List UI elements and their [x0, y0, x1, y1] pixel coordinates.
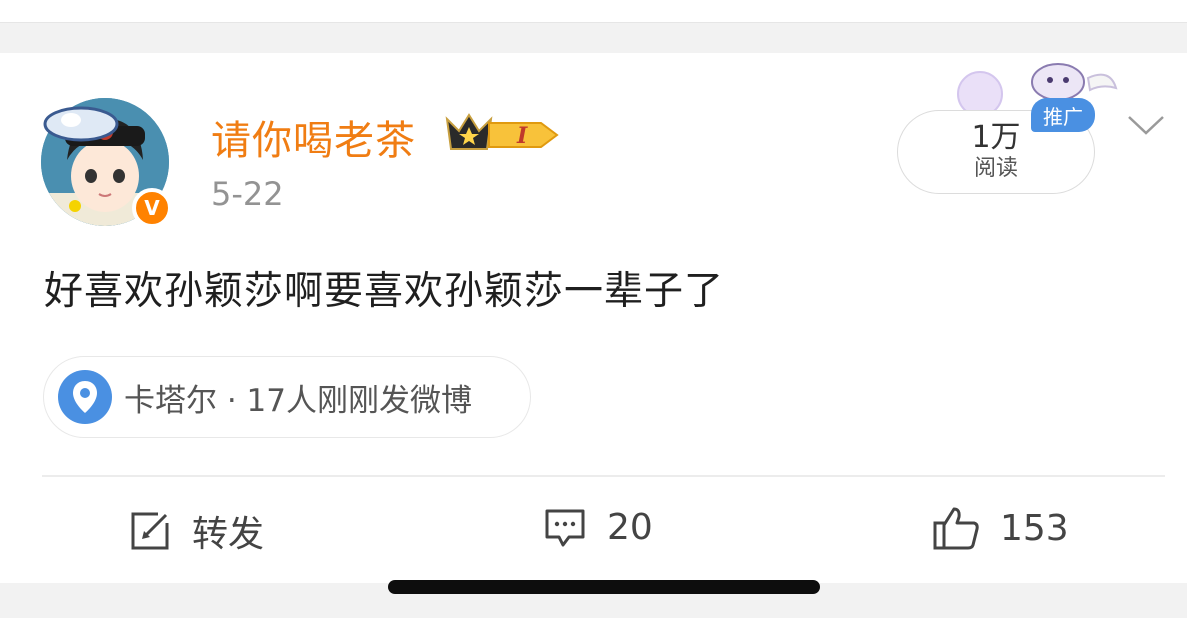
- divider: [42, 475, 1165, 477]
- verified-icon: V: [132, 188, 172, 228]
- username[interactable]: 请你喝老茶: [211, 108, 416, 166]
- like-icon: [933, 507, 979, 550]
- crown-icon[interactable]: I: [445, 113, 561, 157]
- like-button[interactable]: 153: [932, 505, 1069, 551]
- comment-count: 20: [607, 506, 653, 548]
- post-text: 好喜欢孙颖莎啊要喜欢孙颖莎一辈子了: [44, 269, 725, 314]
- read-label: 阅读: [973, 156, 1018, 181]
- post-date: 5-22: [211, 175, 284, 213]
- like-count: 153: [1000, 507, 1069, 549]
- level-badge-text: I: [516, 123, 528, 149]
- comment-button[interactable]: 20: [543, 505, 653, 549]
- divider: [0, 22, 1187, 23]
- avatar-decoration: [43, 106, 119, 142]
- location-text: 卡塔尔 · 17人刚刚发微博: [124, 382, 473, 419]
- location-chip[interactable]: 卡塔尔 · 17人刚刚发微博: [43, 356, 531, 438]
- location-pin-icon: [58, 370, 112, 424]
- post-card[interactable]: V 请你喝老茶 I 5-22 1万 阅读 推广 好喜欢孙颖莎啊要喜欢孙颖莎一辈子…: [0, 53, 1187, 583]
- chevron-down-icon[interactable]: [1126, 113, 1166, 137]
- avatar[interactable]: V: [41, 98, 172, 228]
- repost-label: 转发: [192, 514, 265, 555]
- comment-icon: [545, 509, 585, 547]
- repost-button[interactable]: 转发: [128, 505, 264, 557]
- top-strip: [0, 0, 1187, 22]
- read-count: 1万: [971, 120, 1021, 155]
- home-indicator[interactable]: [388, 580, 820, 594]
- repost-icon: [131, 512, 169, 550]
- promo-tag: 推广: [1031, 98, 1095, 132]
